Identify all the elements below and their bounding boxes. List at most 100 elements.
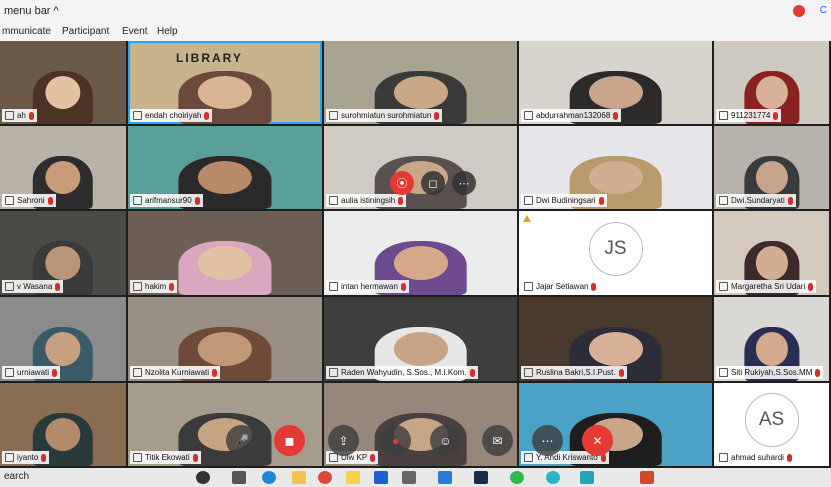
leave-icon[interactable]: ✕ (582, 425, 613, 456)
share-screen-icon[interactable]: ⇪ (328, 425, 359, 456)
participant-tile[interactable]: Margaretha Sri Udari (714, 211, 829, 295)
task-view-icon[interactable] (232, 471, 246, 484)
photoshop-icon[interactable] (474, 471, 488, 484)
participant-tile[interactable]: JS Jajar Setiawan (519, 211, 712, 295)
taskbar: earch (0, 468, 831, 487)
menu-item-participant[interactable]: Participant (62, 26, 109, 37)
dropbox-icon[interactable] (374, 471, 388, 484)
participant-tile[interactable]: urniawati (0, 297, 126, 381)
mic-muted-icon (47, 196, 53, 205)
participant-name: ah (17, 111, 26, 120)
pin-icon[interactable] (133, 196, 142, 205)
participant-tile[interactable]: 911231774 (714, 41, 829, 124)
participant-tile[interactable]: Siti Rukiyah,S.Sos.MM (714, 297, 829, 381)
mute-icon[interactable]: ⦿ (390, 171, 414, 195)
mic-muted-icon (618, 368, 624, 377)
pin-icon[interactable] (329, 196, 338, 205)
pin-icon[interactable] (719, 196, 728, 205)
participant-avatar: JS (588, 221, 643, 276)
pin-icon[interactable] (719, 453, 728, 462)
cc-label[interactable]: C (820, 5, 827, 16)
participant-tile[interactable]: iyanto (0, 383, 126, 466)
pin-icon[interactable] (5, 111, 14, 120)
pin-icon[interactable] (133, 453, 142, 462)
file-explorer-icon[interactable] (292, 471, 306, 484)
participant-tile[interactable]: Dwi Budiningsari (519, 126, 712, 209)
participant-video-face (588, 75, 643, 110)
pin-icon[interactable] (133, 368, 142, 377)
pin-icon[interactable] (329, 368, 338, 377)
chat-icon[interactable]: ✉ (482, 425, 513, 456)
participant-tile[interactable]: Raden Wahyudin, S.Sos., M.I.Kom. (324, 297, 517, 381)
pin-icon[interactable] (719, 368, 728, 377)
pin-icon[interactable] (5, 368, 14, 377)
participant-tile[interactable]: hakim (128, 211, 322, 295)
mic-toggle-icon[interactable]: 🎤 (226, 425, 257, 456)
menu-item-help[interactable]: Help (157, 26, 178, 37)
participants-icon[interactable]: ☺ (430, 425, 461, 456)
calculator-icon[interactable] (402, 471, 416, 484)
participant-name-bar: urniawati (2, 366, 61, 379)
pin-icon[interactable] (5, 282, 14, 291)
pin-icon[interactable] (524, 368, 533, 377)
library-sign: LIBRARY (176, 51, 243, 65)
participant-name-bar: 911231774 (716, 109, 782, 122)
edge-icon[interactable] (546, 471, 560, 484)
menu-bar-title[interactable]: menu bar ^ (4, 5, 59, 17)
pin-icon[interactable] (133, 282, 142, 291)
sticky-notes-icon[interactable] (346, 471, 360, 484)
start-icon[interactable] (196, 471, 210, 484)
taskbar-search[interactable]: earch (4, 471, 29, 482)
pin-icon[interactable] (719, 282, 728, 291)
participant-tile[interactable]: Sahroni (0, 126, 126, 209)
record-indicator-icon[interactable] (793, 5, 805, 17)
record-icon[interactable]: ● (380, 425, 411, 456)
pin-icon[interactable] (524, 453, 533, 462)
participant-tile[interactable]: LIBRARY endah choiriyah (128, 41, 322, 124)
menu-item-communicate[interactable]: mmunicate (2, 26, 51, 37)
participant-tile[interactable]: Dwi.Sundaryati (714, 126, 829, 209)
participant-name: Margaretha Sri Udari (731, 282, 806, 291)
pin-icon[interactable] (524, 282, 533, 291)
participant-video-face (755, 332, 788, 366)
menu-item-event[interactable]: Event (122, 26, 148, 37)
pin-icon[interactable] (329, 282, 338, 291)
participant-tile[interactable]: Ulw KP (324, 383, 517, 466)
edge-browser-icon[interactable] (262, 471, 276, 484)
participant-name: Titik Ekowati (145, 453, 190, 462)
participant-tile[interactable]: Ruslina Bakri,S.I.Pust. (519, 297, 712, 381)
participant-avatar: AS (744, 393, 799, 448)
participant-tile[interactable]: AS ahmad suhardi (714, 383, 829, 466)
participant-video-face (197, 332, 253, 366)
chrome-icon[interactable] (318, 471, 332, 484)
participant-tile[interactable]: ah (0, 41, 126, 124)
camera-toggle-icon[interactable]: ◼ (274, 425, 305, 456)
participant-name-bar: endah choiriyah (130, 109, 213, 122)
pin-icon[interactable] (719, 111, 728, 120)
pin-icon[interactable] (5, 196, 14, 205)
warning-icon (523, 215, 531, 222)
photos-icon[interactable] (438, 471, 452, 484)
participant-tile[interactable]: arifmansur90 (128, 126, 322, 209)
pin-icon[interactable] (524, 196, 533, 205)
pin-icon[interactable] (133, 111, 142, 120)
participant-name: 911231774 (731, 111, 771, 120)
participant-name: Sahroni (17, 196, 45, 205)
more-icon[interactable]: ⋯ (532, 425, 563, 456)
participant-tile[interactable]: surohmiatun surohmiatun (324, 41, 517, 124)
video-icon[interactable]: ◻ (421, 171, 445, 195)
participant-tile[interactable]: v Wasana (0, 211, 126, 295)
powerpoint-icon[interactable] (640, 471, 654, 484)
pin-icon[interactable] (524, 111, 533, 120)
more-options-icon[interactable]: ⋯ (452, 171, 476, 195)
whatsapp-icon[interactable] (510, 471, 524, 484)
participant-tile[interactable]: intan hermawan (324, 211, 517, 295)
pin-icon[interactable] (5, 453, 14, 462)
pin-icon[interactable] (329, 111, 338, 120)
participant-tile[interactable]: abdurrahman132068 (519, 41, 712, 124)
participant-tile[interactable]: aulia istiningsih (324, 126, 517, 209)
participant-name-bar: iyanto (2, 451, 50, 464)
music-icon[interactable] (580, 471, 594, 484)
participant-tile[interactable]: Nzolita Kurniawati (128, 297, 322, 381)
mic-muted-icon (591, 282, 597, 291)
